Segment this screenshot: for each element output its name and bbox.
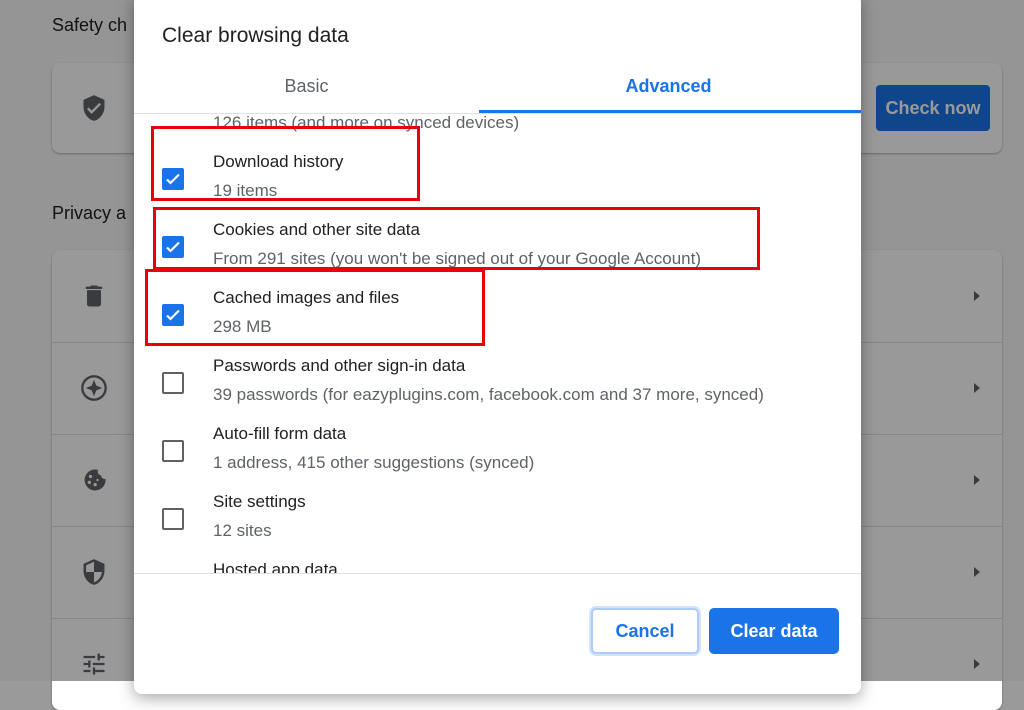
option-label: Auto-fill form data <box>213 424 347 443</box>
clear-data-button[interactable]: Clear data <box>709 608 839 654</box>
site-settings-checkbox[interactable] <box>162 508 184 530</box>
tab-advanced[interactable]: Advanced <box>496 76 841 97</box>
option-autofill[interactable]: Auto-fill form data 1 address, 415 other… <box>134 416 861 484</box>
option-hosted-app-data[interactable]: Hosted app data <box>134 552 861 574</box>
option-passwords[interactable]: Passwords and other sign-in data 39 pass… <box>134 348 861 416</box>
option-detail: 39 passwords (for eazyplugins.com, faceb… <box>213 385 764 404</box>
dialog-title: Clear browsing data <box>162 24 349 47</box>
footer-divider <box>134 573 861 574</box>
passwords-checkbox[interactable] <box>162 372 184 394</box>
highlight-box-cookies <box>153 207 760 270</box>
option-label: Hosted app data <box>213 560 338 574</box>
option-label: Site settings <box>213 492 306 511</box>
option-detail: 1 address, 415 other suggestions (synced… <box>213 453 535 472</box>
highlight-box-download-history <box>151 126 420 201</box>
highlight-box-cached-images <box>145 269 485 346</box>
autofill-checkbox[interactable] <box>162 440 184 462</box>
cancel-button[interactable]: Cancel <box>591 608 699 654</box>
option-detail: 12 sites <box>213 521 272 540</box>
option-label: Passwords and other sign-in data <box>213 356 466 375</box>
clear-browsing-data-dialog: Clear browsing data Basic Advanced 126 i… <box>134 0 861 694</box>
tab-selected-indicator <box>479 110 861 113</box>
tab-basic[interactable]: Basic <box>134 76 479 97</box>
option-site-settings[interactable]: Site settings 12 sites <box>134 484 861 552</box>
